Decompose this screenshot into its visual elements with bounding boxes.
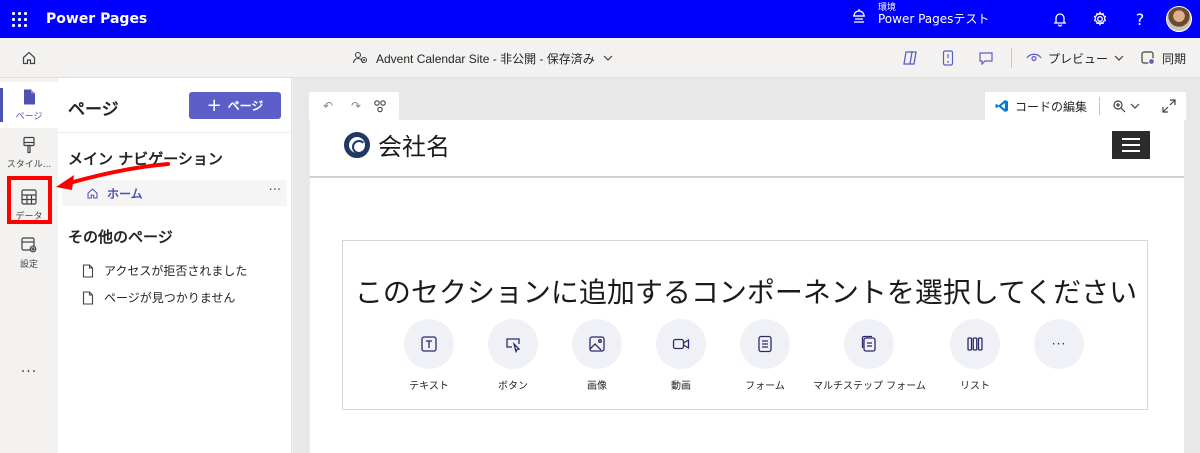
pages-panel: ページ + ページ メイン ナビゲーション ホーム ··· その他のページ アク… (58, 78, 292, 453)
annotation-arrow (56, 162, 170, 190)
eye-icon (1026, 53, 1042, 62)
environment-switcher[interactable]: 環境 Power Pagesテスト (850, 3, 989, 27)
sync-icon (1141, 51, 1156, 66)
chevron-down-icon (1114, 55, 1124, 61)
video-icon (672, 338, 690, 350)
component-form[interactable]: フォーム (740, 319, 790, 392)
canvas-actions-toolbar: コードの編集 (984, 92, 1186, 120)
preview-label: プレビュー (1047, 51, 1108, 66)
rail-label: ページ (15, 112, 43, 122)
edit-code-label: コードの編集 (1014, 99, 1087, 114)
page-item-label: ページが見つかりません (104, 291, 236, 305)
document-icon (82, 290, 94, 305)
company-name: 会社名 (378, 134, 450, 161)
sync-button[interactable]: 同期 (1134, 44, 1192, 72)
copilot-button[interactable] (893, 44, 927, 72)
button-icon (506, 338, 521, 353)
add-page-label: ページ (227, 99, 264, 113)
sync-label: 同期 (1161, 51, 1186, 66)
app-launcher-button[interactable] (0, 0, 38, 38)
site-header[interactable]: 会社名 (310, 120, 1184, 178)
gear-icon (1093, 11, 1107, 26)
logo-icon (344, 131, 370, 158)
chevron-down-icon (1130, 103, 1140, 109)
more-apps-button[interactable]: ... (0, 360, 58, 376)
waffle-icon (11, 11, 27, 27)
rail-item-pages[interactable]: ページ (0, 82, 58, 128)
page-item-access-denied[interactable]: アクセスが拒否されました (82, 262, 247, 279)
help-button[interactable]: ? (1120, 0, 1160, 38)
home-button[interactable] (0, 38, 58, 78)
environment-icon (853, 9, 865, 23)
preview-button[interactable]: プレビュー (1020, 44, 1130, 72)
comment-icon (979, 52, 993, 65)
document-icon (82, 263, 94, 278)
component-video[interactable]: 動画 (656, 319, 706, 392)
page-item-not-found[interactable]: ページが見つかりません (82, 289, 235, 306)
top-bar: Power Pages 環境 Power Pagesテスト ? (0, 0, 1200, 38)
undo-icon[interactable]: ↶ (317, 99, 339, 113)
plus-icon: + (206, 94, 222, 116)
zoom-icon (1113, 100, 1126, 113)
site-logo: 会社名 (344, 127, 450, 162)
multistep-form-icon (862, 335, 877, 352)
site-info-dropdown[interactable]: Advent Calendar Site - 非公開 - 保存済み (352, 38, 613, 78)
expand-icon[interactable] (1162, 99, 1176, 113)
image-icon (589, 336, 605, 352)
edit-toolbar: ↶ ↷ (309, 92, 399, 120)
list-icon (967, 337, 983, 351)
notifications-button[interactable] (1040, 0, 1080, 38)
rail-label: スタイル... (6, 160, 52, 170)
empty-section[interactable]: このセクションに追加するコンポーネントを選択してください テキスト ボタン 画像… (342, 240, 1148, 410)
site-users-icon (352, 51, 368, 64)
mobile-icon (942, 50, 954, 66)
divider (58, 132, 292, 133)
mobile-preview-button[interactable] (931, 44, 965, 72)
component-button[interactable]: ボタン (488, 319, 538, 392)
settings-button[interactable] (1080, 0, 1120, 38)
text-icon (421, 336, 437, 352)
redo-icon[interactable]: ↷ (345, 99, 367, 113)
site-preview: 会社名 このセクションに追加するコンポーネントを選択してください テキスト ボタ… (310, 120, 1184, 453)
left-rail: ページ スタイル... データ 設定 ... (0, 78, 58, 453)
other-pages-heading: その他のページ (68, 228, 173, 246)
comments-button[interactable] (969, 44, 1003, 72)
section-prompt: このセクションに追加するコンポーネントを選択してください (354, 277, 1138, 308)
page-item-label: アクセスが拒否されました (104, 264, 248, 278)
chevron-down-icon (603, 55, 613, 61)
avatar[interactable] (1166, 6, 1192, 32)
paintbrush-icon (23, 136, 35, 154)
annotation-highlight-box (7, 176, 52, 224)
settings-app-icon (21, 237, 37, 253)
hamburger-menu-button[interactable] (1112, 131, 1150, 159)
question-icon: ? (1135, 9, 1145, 29)
edit-code-button[interactable]: コードの編集 (995, 98, 1087, 115)
site-map-icon[interactable] (373, 99, 387, 113)
bell-icon (1053, 13, 1067, 27)
rail-item-settings[interactable]: 設定 (0, 230, 58, 276)
more-icon: ··· (1051, 337, 1067, 351)
component-image[interactable]: 画像 (572, 319, 622, 392)
environment-name: Power Pagesテスト (878, 12, 990, 27)
app-title[interactable]: Power Pages (46, 11, 147, 27)
site-info-text: Advent Calendar Site - 非公開 - 保存済み (376, 51, 595, 66)
rail-label: 設定 (19, 260, 38, 270)
component-more[interactable]: ··· (1034, 319, 1084, 377)
vscode-icon (995, 100, 1008, 112)
divider (1099, 97, 1100, 115)
component-text[interactable]: テキスト (404, 319, 454, 392)
panel-title: ページ (68, 100, 119, 120)
command-bar: Advent Calendar Site - 非公開 - 保存済み プレビュー … (0, 38, 1200, 78)
divider (1010, 48, 1012, 68)
rail-item-styling[interactable]: スタイル... (0, 130, 58, 176)
form-icon (758, 335, 772, 353)
zoom-dropdown[interactable] (1112, 99, 1140, 113)
more-options-button[interactable]: ··· (269, 183, 281, 198)
component-multistep-form[interactable]: マルチステップ フォーム (813, 319, 926, 392)
component-list[interactable]: リスト (950, 319, 1000, 392)
add-page-button[interactable]: + ページ (189, 92, 281, 119)
home-icon (22, 51, 36, 64)
page-icon (24, 89, 35, 105)
copilot-icon (903, 51, 917, 65)
